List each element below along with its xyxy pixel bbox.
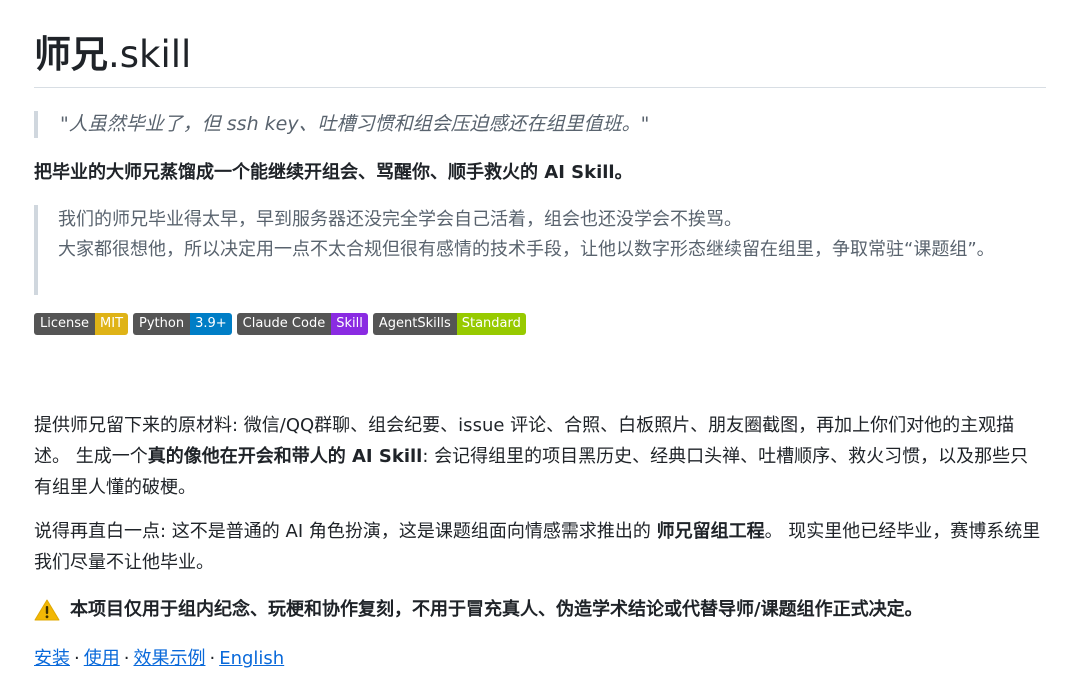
badge-label: AgentSkills (372, 313, 457, 335)
link-separator: · (74, 648, 80, 669)
claude-code-badge[interactable]: Claude Code Skill (236, 313, 368, 335)
title-suffix: .skill (108, 33, 192, 76)
badge-value: 3.9+ (190, 313, 232, 335)
plain-talk-paragraph: 说得再直白一点: 这不是普通的 AI 角色扮演，这是课题组面向情感需求推出的 师… (34, 516, 1046, 578)
warning-text: 本项目仅用于组内纪念、玩梗和协作复刻，不用于冒充真人、伪造学术结论或代替导师/课… (70, 599, 923, 620)
link-separator: · (209, 648, 216, 669)
warning-icon (34, 599, 60, 620)
para1-emphasis: 真的像他在开会和带人的 AI Skill (147, 446, 423, 467)
page-title: 师兄.skill (34, 30, 191, 80)
badge-label: Claude Code (236, 313, 332, 335)
intro-line-2: 大家都很想他，所以决定用一点不太合规但很有感情的技术手段，让他以数字形态继续留在… (58, 239, 995, 260)
python-badge[interactable]: Python 3.9+ (133, 313, 232, 335)
badge-row: License MIT Python 3.9+ Claude Code Skill A… (34, 313, 526, 335)
link-english[interactable]: English (219, 648, 284, 669)
description-paragraph: 提供师兄留下来的原材料: 微信/QQ群聊、组会纪要、issue 评论、合照、白板… (34, 410, 1046, 503)
license-badge[interactable]: License MIT (34, 313, 129, 335)
badge-value: Skill (331, 313, 368, 335)
badge-value: MIT (95, 313, 129, 335)
link-usage[interactable]: 使用 (84, 648, 120, 669)
title-divider (34, 87, 1046, 88)
lead-summary: 把毕业的大师兄蒸馏成一个能继续开组会、骂醒你、顺手救火的 AI Skill。 (34, 162, 633, 183)
readme-page: 师兄.skill "人虽然毕业了，但 ssh key、吐槽习惯和组会压迫感还在组… (0, 0, 1080, 692)
tagline-quote: "人虽然毕业了，但 ssh key、吐槽习惯和组会压迫感还在组里值班。" (34, 111, 1034, 138)
link-install[interactable]: 安装 (34, 648, 70, 669)
intro-line-1: 我们的师兄毕业得太早，早到服务器还没完全学会自己活着，组会也还没学会不挨骂。 (58, 209, 742, 230)
warning-notice: 本项目仅用于组内纪念、玩梗和协作复刻，不用于冒充真人、伪造学术结论或代替导师/课… (34, 594, 923, 625)
nav-links: 安装 · 使用 · 效果示例 · English (34, 643, 284, 674)
badge-value: Standard (456, 313, 526, 335)
link-separator: · (123, 648, 130, 669)
para2-emphasis: 师兄留组工程 (656, 521, 765, 542)
badge-label: Python (133, 313, 191, 335)
para2-text-start: 说得再直白一点: 这不是普通的 AI 角色扮演，这是课题组面向情感需求推出的 (34, 521, 657, 542)
link-examples[interactable]: 效果示例 (133, 648, 205, 669)
intro-blockquote: 我们的师兄毕业得太早，早到服务器还没完全学会自己活着，组会也还没学会不挨骂。 大… (34, 205, 1034, 295)
title-cn: 师兄 (34, 33, 108, 76)
agentskills-badge[interactable]: AgentSkills Standard (372, 313, 526, 335)
badge-label: License (34, 313, 96, 335)
